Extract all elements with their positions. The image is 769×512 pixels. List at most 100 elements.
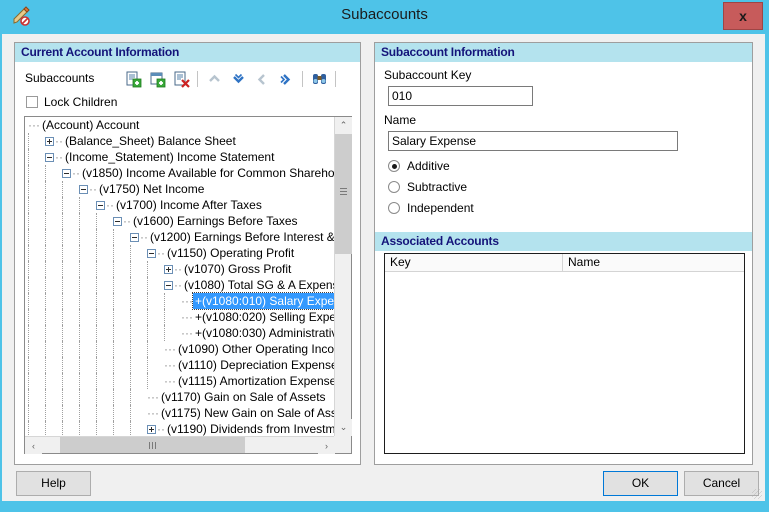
tree-item[interactable]: ·· (v1750) Net Income bbox=[25, 181, 335, 197]
tree-expand-icon[interactable] bbox=[164, 264, 173, 274]
close-button[interactable]: x bbox=[723, 2, 763, 30]
tree-guide-line bbox=[28, 197, 30, 213]
column-header-key[interactable]: Key bbox=[385, 254, 563, 271]
scroll-down-arrow[interactable]: ⌄ bbox=[335, 419, 352, 436]
associated-accounts-header-row: Key Name bbox=[385, 254, 744, 272]
insert-subaccount-icon[interactable] bbox=[145, 68, 169, 90]
tree-guide-line bbox=[96, 405, 98, 421]
tree-leaf-dots-icon: ··· bbox=[164, 374, 176, 388]
tree-collapse-icon[interactable] bbox=[79, 184, 88, 194]
tree-guide-line bbox=[130, 373, 132, 389]
resize-grip[interactable] bbox=[752, 489, 762, 499]
tree-item-label: (v1700) Income After Taxes bbox=[116, 198, 262, 212]
tree-guide-line bbox=[79, 405, 81, 421]
tree-guide-line bbox=[113, 325, 115, 341]
tree-guide-line bbox=[28, 229, 30, 245]
tree-guide-line bbox=[45, 261, 47, 277]
lock-children-checkbox[interactable] bbox=[26, 96, 38, 108]
tree-item[interactable]: ··· (v1110) Depreciation Expense bbox=[25, 357, 335, 373]
tree-guide-line bbox=[45, 213, 47, 229]
tree-guide-line bbox=[45, 229, 47, 245]
tree-collapse-icon[interactable] bbox=[147, 248, 156, 258]
radio-additive-indicator[interactable] bbox=[388, 160, 400, 172]
associated-accounts-list[interactable]: Key Name bbox=[384, 253, 745, 454]
tree-item[interactable]: ···(v1090) Other Operating Income/(Expen… bbox=[25, 341, 335, 357]
ok-button[interactable]: OK bbox=[603, 471, 678, 496]
tree-collapse-icon[interactable] bbox=[45, 152, 54, 162]
tree-item[interactable]: ·· (v1070) Gross Profit bbox=[25, 261, 335, 277]
move-up-icon[interactable] bbox=[202, 68, 226, 90]
cancel-button[interactable]: Cancel bbox=[684, 471, 759, 496]
tree-item[interactable]: ·· (Income_Statement) Income Statement bbox=[25, 149, 335, 165]
tree-expand-icon[interactable] bbox=[147, 424, 156, 434]
tree-item-label: (v1190) Dividends from Investments: Cost bbox=[167, 422, 335, 436]
promote-left-icon[interactable] bbox=[250, 68, 274, 90]
window-title: Subaccounts bbox=[341, 6, 428, 23]
tree-item-label: (v1090) Other Operating Income/(Expense) bbox=[178, 342, 335, 356]
tree-item[interactable]: ···+(v1080:020) Selling Expense bbox=[25, 309, 335, 325]
subaccounts-label: Subaccounts bbox=[25, 71, 95, 85]
tree-item[interactable]: ··· (v1115) Amortization Expense bbox=[25, 373, 335, 389]
tree-item[interactable]: ·· (v1850) Income Available for Common Sh… bbox=[25, 165, 335, 181]
scroll-up-arrow[interactable]: ⌃ bbox=[335, 117, 352, 134]
name-input[interactable] bbox=[388, 131, 678, 151]
find-binoculars-icon[interactable] bbox=[307, 68, 331, 90]
tree-vertical-scroll-thumb[interactable] bbox=[335, 134, 352, 254]
radio-subtractive-indicator[interactable] bbox=[388, 181, 400, 193]
tree-collapse-icon[interactable] bbox=[96, 200, 105, 210]
radio-additive[interactable]: Additive bbox=[388, 159, 450, 173]
tree-item[interactable]: ···+(v1080:010) Salary Expense bbox=[25, 292, 335, 310]
radio-subtractive[interactable]: Subtractive bbox=[388, 180, 467, 194]
dialog-client-area: Current Account Information Subaccounts bbox=[2, 34, 765, 501]
radio-independent[interactable]: Independent bbox=[388, 201, 474, 215]
subaccounts-dialog: Subaccounts x Current Account Informatio… bbox=[0, 0, 769, 512]
move-down-icon[interactable] bbox=[226, 68, 250, 90]
lock-children-row[interactable]: Lock Children bbox=[26, 95, 117, 109]
tree-guide-line bbox=[79, 309, 81, 325]
tree-item[interactable]: ·· (Balance_Sheet) Balance Sheet bbox=[25, 133, 335, 149]
left-panel-header: Current Account Information bbox=[15, 43, 360, 62]
tree-vertical-scrollbar[interactable]: ⌃ ⌄ bbox=[334, 117, 352, 436]
tree-horizontal-scrollbar[interactable]: ‹ › bbox=[25, 436, 335, 454]
tree-collapse-icon[interactable] bbox=[113, 216, 122, 226]
tree-item[interactable]: ··· (v1175) New Gain on Sale of Assets bbox=[25, 405, 335, 421]
tree-collapse-icon[interactable] bbox=[164, 280, 173, 290]
column-header-name[interactable]: Name bbox=[563, 254, 744, 271]
tree-guide-line bbox=[96, 357, 98, 373]
tree-guide-line bbox=[113, 357, 115, 373]
tree-guide-line bbox=[147, 341, 149, 357]
tree-item[interactable]: ·· (v1150) Operating Profit bbox=[25, 245, 335, 261]
tree-item[interactable]: ··· (Account) Account bbox=[25, 117, 335, 133]
tree-guide-line bbox=[45, 165, 47, 181]
scroll-right-arrow[interactable]: › bbox=[318, 437, 335, 454]
demote-right-icon[interactable] bbox=[274, 68, 298, 90]
tree-leaf-dots-icon: ··· bbox=[164, 342, 176, 356]
tree-item[interactable]: ·· (v1700) Income After Taxes bbox=[25, 197, 335, 213]
tree-guide-line bbox=[62, 341, 64, 357]
scroll-left-arrow[interactable]: ‹ bbox=[25, 437, 42, 454]
tree-item[interactable]: ··(v1200) Earnings Before Interest & Tax… bbox=[25, 229, 335, 245]
tree-item[interactable]: ··· (v1170) Gain on Sale of Assets bbox=[25, 389, 335, 405]
subaccount-key-input[interactable] bbox=[388, 86, 533, 106]
tree-guide-line bbox=[62, 293, 64, 309]
delete-subaccount-icon[interactable] bbox=[169, 68, 193, 90]
tree-collapse-icon[interactable] bbox=[130, 232, 139, 242]
tree-guide-line bbox=[96, 229, 98, 245]
tree-leaf-dots-icon: ··· bbox=[164, 358, 176, 372]
tree-item[interactable]: ···+(v1080:030) Administrative Expense bbox=[25, 325, 335, 341]
tree-item-label: (v1080) Total SG & A Expense bbox=[184, 278, 335, 292]
add-subaccount-icon[interactable] bbox=[121, 68, 145, 90]
tree-item[interactable]: ·· (v1600) Earnings Before Taxes bbox=[25, 213, 335, 229]
account-tree[interactable]: ··· (Account) Account ·· (Balance_Sheet) Ba… bbox=[24, 116, 352, 454]
tree-expand-icon[interactable] bbox=[45, 136, 54, 146]
tree-guide-line bbox=[62, 245, 64, 261]
help-button[interactable]: Help bbox=[16, 471, 91, 496]
tree-guide-line bbox=[45, 293, 47, 309]
tree-horizontal-scroll-thumb[interactable] bbox=[60, 437, 245, 453]
tree-item-label: (Balance_Sheet) Balance Sheet bbox=[65, 134, 236, 148]
tree-item[interactable]: ··(v1190) Dividends from Investments: Co… bbox=[25, 421, 335, 436]
tree-item[interactable]: ·· (v1080) Total SG & A Expense bbox=[25, 277, 335, 293]
radio-independent-indicator[interactable] bbox=[388, 202, 400, 214]
tree-guide-line bbox=[79, 229, 81, 245]
tree-collapse-icon[interactable] bbox=[62, 168, 71, 178]
